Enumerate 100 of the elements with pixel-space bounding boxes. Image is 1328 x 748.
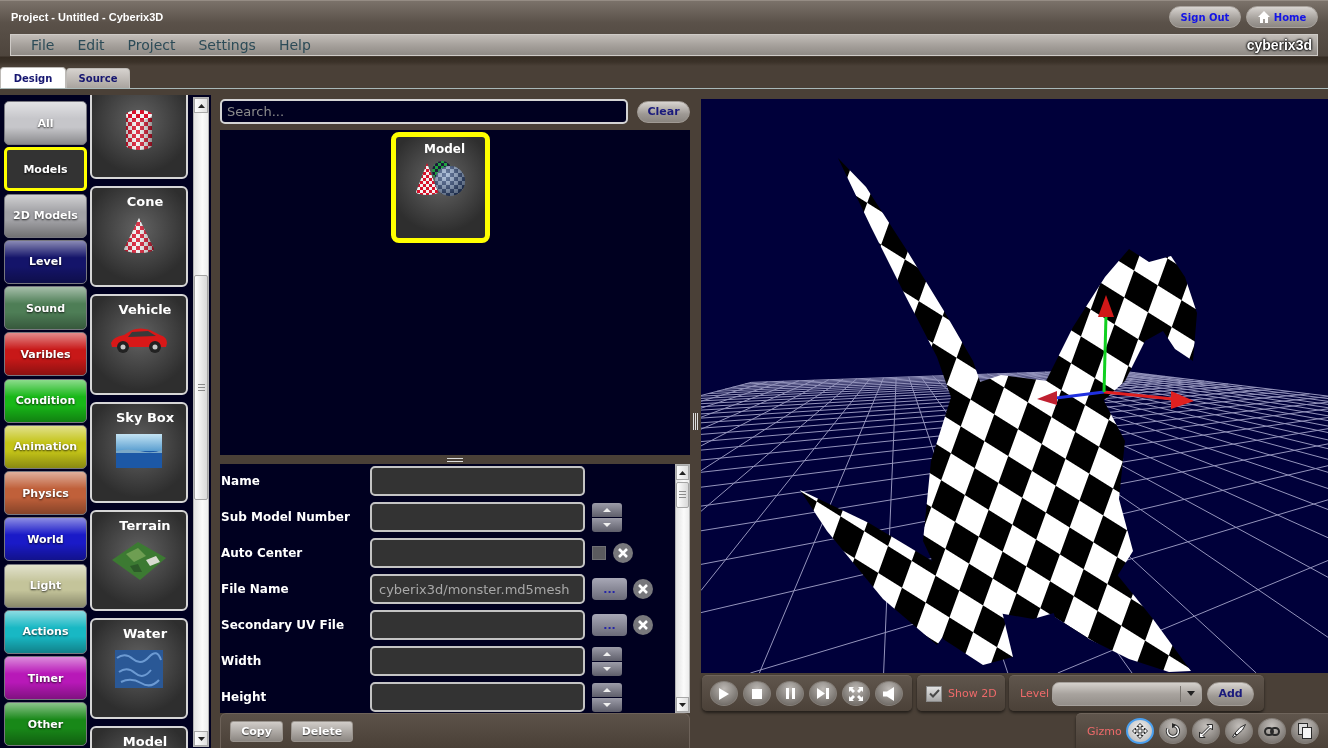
y-axis-arrow[interactable] bbox=[1098, 295, 1114, 393]
library-item[interactable]: Model bbox=[391, 132, 490, 243]
pause-button[interactable] bbox=[776, 681, 804, 706]
browse-button[interactable]: ... bbox=[592, 614, 627, 636]
scroll-down-button[interactable] bbox=[676, 697, 689, 712]
gizmo-tool-button[interactable] bbox=[1257, 718, 1286, 744]
sign-out-button[interactable]: Sign Out bbox=[1169, 6, 1241, 28]
text-field[interactable] bbox=[370, 682, 585, 712]
menu-item[interactable]: Edit bbox=[77, 37, 105, 53]
x-axis-arrow[interactable] bbox=[1103, 390, 1194, 409]
caret-icon bbox=[1187, 691, 1196, 696]
sound-button[interactable] bbox=[875, 681, 903, 706]
up-caret-icon bbox=[603, 687, 611, 692]
gizmo-tool-button[interactable] bbox=[1290, 718, 1319, 744]
gizmo-tool-button[interactable] bbox=[1158, 718, 1187, 744]
scroll-thumb[interactable] bbox=[676, 482, 689, 508]
scroll-up-button[interactable] bbox=[194, 98, 208, 113]
splitter-handle[interactable] bbox=[447, 457, 463, 462]
clear-icon[interactable] bbox=[613, 543, 633, 563]
category-button[interactable]: Models bbox=[4, 147, 87, 192]
spin-up-button[interactable] bbox=[592, 682, 622, 697]
down-caret-icon bbox=[603, 666, 611, 671]
menu-item[interactable]: Project bbox=[127, 37, 176, 53]
spin-down-button[interactable] bbox=[592, 517, 622, 532]
down-caret-icon bbox=[603, 522, 611, 527]
speaker-icon bbox=[883, 686, 895, 701]
up-caret-icon bbox=[603, 651, 611, 656]
text-field[interactable] bbox=[370, 646, 585, 676]
level-dropdown[interactable] bbox=[1052, 681, 1203, 706]
clear-icon[interactable] bbox=[633, 579, 653, 599]
gizmo-tool-button[interactable] bbox=[1191, 718, 1220, 744]
spin-down-button[interactable] bbox=[592, 697, 622, 712]
checkbox[interactable] bbox=[592, 546, 606, 560]
category-button[interactable]: 2D Models bbox=[4, 193, 87, 238]
category-button[interactable]: Condition bbox=[4, 378, 87, 423]
down-arrow-icon bbox=[679, 702, 686, 707]
category-button[interactable]: Level bbox=[4, 239, 87, 284]
field-label: Auto Center bbox=[220, 546, 304, 560]
palette-item[interactable]: Vehicle bbox=[90, 294, 188, 395]
field-label: Secondary UV File bbox=[220, 618, 346, 632]
category-button[interactable]: World bbox=[4, 517, 87, 562]
tab[interactable]: Source bbox=[66, 68, 130, 88]
palette-item[interactable]: Terrain bbox=[90, 510, 188, 611]
scroll-thumb[interactable] bbox=[194, 275, 208, 500]
add-button[interactable]: Add bbox=[1207, 681, 1255, 706]
menu-item[interactable]: Help bbox=[278, 37, 311, 53]
field-label: Height bbox=[220, 690, 268, 704]
category-button[interactable]: Timer bbox=[4, 656, 87, 700]
water-icon bbox=[115, 650, 163, 688]
shapes-icon bbox=[416, 161, 465, 196]
stop-button[interactable] bbox=[743, 681, 771, 706]
category-button[interactable]: Physics bbox=[4, 471, 87, 515]
checkbox[interactable] bbox=[926, 685, 942, 702]
stop-icon bbox=[752, 688, 762, 699]
resize-icon bbox=[1198, 724, 1213, 738]
palette-item[interactable]: Water bbox=[90, 618, 188, 719]
category-button[interactable]: Other bbox=[4, 702, 87, 747]
gizmo-tool-button[interactable] bbox=[1224, 718, 1253, 744]
scroll-down-button[interactable] bbox=[194, 731, 208, 746]
palette-item[interactable]: Cone bbox=[90, 186, 188, 287]
z-axis-arrow[interactable] bbox=[1037, 390, 1105, 405]
category-button[interactable]: Varibles bbox=[4, 332, 87, 377]
text-field[interactable] bbox=[370, 610, 585, 640]
car-icon bbox=[110, 326, 168, 354]
link-icon bbox=[1263, 726, 1280, 736]
gizmo-tool-button[interactable] bbox=[1125, 718, 1154, 744]
copy-button[interactable]: Copy bbox=[230, 720, 283, 742]
palette-item[interactable]: Model bbox=[90, 726, 188, 748]
home-button[interactable]: Home bbox=[1246, 6, 1318, 28]
category-button[interactable]: Sound bbox=[4, 286, 87, 330]
menu-item[interactable]: File bbox=[31, 37, 55, 53]
clear-icon[interactable] bbox=[633, 615, 653, 635]
3d-viewport[interactable] bbox=[701, 99, 1328, 673]
menu-item[interactable]: Settings bbox=[198, 37, 256, 53]
palette-item[interactable] bbox=[90, 95, 188, 179]
brand-logo: cyberix3d bbox=[1246, 37, 1312, 53]
copy-icon bbox=[1297, 723, 1312, 739]
spin-up-button[interactable] bbox=[592, 646, 622, 661]
scroll-up-button[interactable] bbox=[676, 465, 689, 480]
fullscreen-button[interactable] bbox=[842, 681, 870, 706]
text-field[interactable] bbox=[370, 538, 585, 568]
palette-item[interactable]: Sky Box bbox=[90, 402, 188, 503]
text-field[interactable]: cyberix3d/monster.md5mesh bbox=[370, 574, 585, 604]
text-field[interactable] bbox=[370, 466, 585, 496]
delete-button[interactable]: Delete bbox=[291, 720, 353, 742]
category-button[interactable]: Actions bbox=[4, 609, 87, 654]
level-label: Level bbox=[1020, 687, 1050, 700]
window-title: Project - Untitled - Cyberix3D bbox=[11, 11, 165, 23]
spin-down-button[interactable] bbox=[592, 661, 622, 676]
skip-button[interactable] bbox=[809, 681, 837, 706]
tab[interactable]: Design bbox=[0, 67, 66, 88]
clear-button[interactable]: Clear bbox=[637, 100, 690, 123]
search-field[interactable]: Search... bbox=[220, 99, 628, 124]
play-button[interactable] bbox=[710, 681, 738, 706]
text-field[interactable] bbox=[370, 502, 585, 532]
spin-up-button[interactable] bbox=[592, 502, 622, 517]
terrain-icon bbox=[112, 542, 166, 580]
monster-model-drawing[interactable] bbox=[800, 158, 1197, 672]
browse-button[interactable]: ... bbox=[592, 578, 627, 600]
splitter-handle[interactable] bbox=[693, 413, 698, 430]
